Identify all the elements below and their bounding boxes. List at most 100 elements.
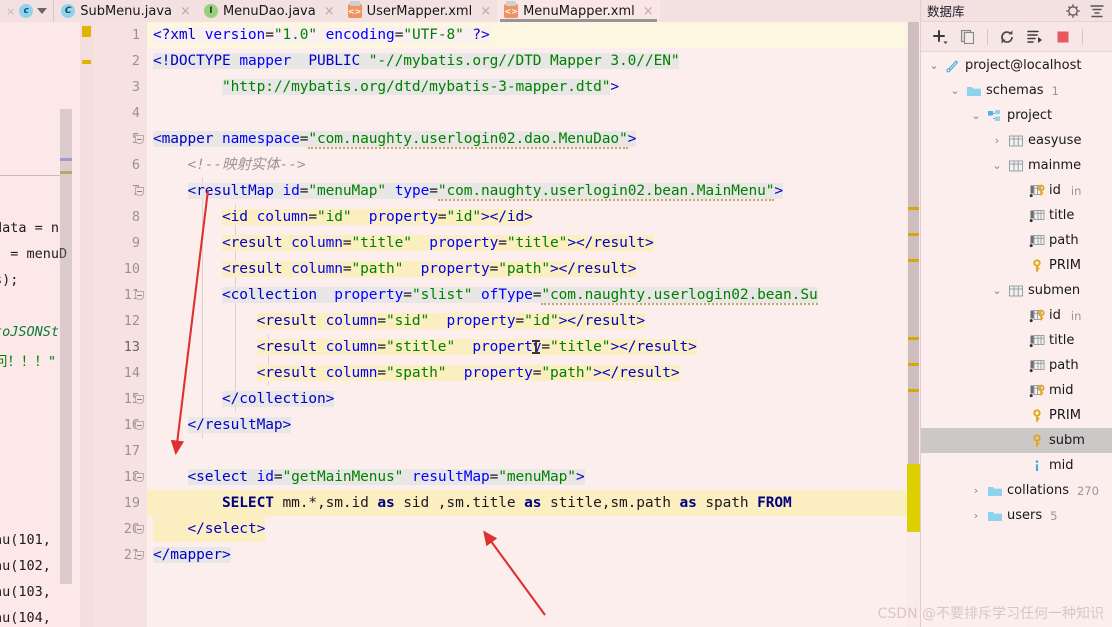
db-tree-node[interactable]: ⌄ project xyxy=(921,103,1112,128)
chevron-down-icon[interactable]: ⌄ xyxy=(990,284,1004,297)
db-tree-node[interactable]: ⌄ submen xyxy=(921,278,1112,303)
error-stripe[interactable] xyxy=(907,464,920,532)
background-editor-scrollbar[interactable] xyxy=(60,109,72,584)
code-line-7[interactable]: <resultMap id="menuMap" type="com.naught… xyxy=(147,178,920,204)
background-editor-strip[interactable]: data = n = menuD s); toJSONSt 问！！！" nu(1… xyxy=(0,22,80,627)
code-line-10[interactable]: <result column="path" property="path"></… xyxy=(147,256,920,282)
db-tree-node[interactable]: title xyxy=(921,203,1112,228)
scroll-marker[interactable] xyxy=(908,259,919,262)
code-line-5[interactable]: <mapper namespace="com.naughty.userlogin… xyxy=(147,126,920,152)
code-line-15[interactable]: </collection> xyxy=(147,386,920,412)
table-icon xyxy=(1008,134,1024,148)
db-tree-node-label: PRIM xyxy=(1049,258,1081,273)
code-line-16[interactable]: </resultMap> xyxy=(147,412,920,438)
code-line-4[interactable] xyxy=(147,100,920,126)
code-line-14[interactable]: <result column="spath" property="path"><… xyxy=(147,360,920,386)
db-tree-node[interactable]: › collations 270 xyxy=(921,478,1112,503)
db-tree-node[interactable]: ⌄ schemas 1 xyxy=(921,78,1112,103)
db-tree-node[interactable]: mid xyxy=(921,378,1112,403)
tab-menudao-java[interactable]: I MenuDao.java × xyxy=(197,0,341,22)
db-tree-node[interactable]: path xyxy=(921,353,1112,378)
db-tree-node[interactable]: id in xyxy=(921,178,1112,203)
db-tree-node[interactable]: PRIM xyxy=(921,403,1112,428)
bookmark-marker[interactable] xyxy=(82,26,91,37)
fold-handle-select-end[interactable] xyxy=(134,516,145,542)
database-toolbar[interactable] xyxy=(921,22,1112,52)
db-tree-node[interactable]: title xyxy=(921,328,1112,353)
fold-handle-mapper[interactable] xyxy=(134,126,145,152)
chevron-down-icon[interactable]: ⌄ xyxy=(990,159,1004,172)
change-marker[interactable] xyxy=(82,60,91,64)
close-icon[interactable]: × xyxy=(324,5,335,18)
db-tree-node[interactable]: ⌄ mainme xyxy=(921,153,1112,178)
scroll-marker[interactable] xyxy=(908,207,919,210)
scroll-marker[interactable] xyxy=(908,337,919,340)
editor-tab-bar[interactable]: × c C SubMenu.java × I MenuDao.java × <>… xyxy=(0,0,920,22)
bg-code-line: s); xyxy=(0,272,19,288)
code-line-21[interactable]: </mapper> xyxy=(147,542,920,568)
chevron-right-icon[interactable]: › xyxy=(969,484,983,497)
code-line-19[interactable]: SELECT mm.*,sm.id as sid ,sm.title as st… xyxy=(147,490,920,516)
db-tree-node[interactable]: subm xyxy=(921,428,1112,453)
database-tool-window[interactable]: 数据库 ⌄ project@localhost ⌄ schemas 1 ⌄ pr… xyxy=(920,0,1112,627)
code-line-3[interactable]: "http://mybatis.org/dtd/mybatis-3-mapper… xyxy=(147,74,920,100)
code-line-11[interactable]: <collection property="slist" ofType="com… xyxy=(147,282,920,308)
fold-handle-collection[interactable] xyxy=(134,282,145,308)
code-editor[interactable]: 1 2 3 4 5 6 7 8 9 10 11 12 13 14 15 16 1… xyxy=(93,22,920,627)
chevron-down-icon[interactable]: ⌄ xyxy=(948,84,962,97)
fold-handle-select[interactable] xyxy=(134,464,145,490)
db-tree-node[interactable]: ⌄ project@localhost xyxy=(921,53,1112,78)
chevron-down-icon[interactable] xyxy=(37,8,48,14)
scrollbar-thumb[interactable] xyxy=(908,22,919,532)
fold-handle-collection-end[interactable] xyxy=(134,386,145,412)
close-icon[interactable]: × xyxy=(480,5,491,18)
settings-icon[interactable] xyxy=(1064,2,1082,20)
db-tree-node[interactable]: path xyxy=(921,228,1112,253)
fold-handle-resultmap[interactable] xyxy=(134,178,145,204)
db-tree-node-count: 270 xyxy=(1076,483,1099,498)
code-line-20[interactable]: </select> xyxy=(147,516,920,542)
code-text-area[interactable]: <?xml version="1.0" encoding="UTF-8" ?> … xyxy=(147,22,920,627)
code-line-13[interactable]: <result column="stitle" property="title"… xyxy=(147,334,920,360)
add-icon[interactable] xyxy=(931,28,949,46)
close-icon[interactable]: × xyxy=(6,5,15,18)
chevron-right-icon[interactable]: › xyxy=(969,509,983,522)
code-line-9[interactable]: <result column="title" property="title">… xyxy=(147,230,920,256)
run-query-icon[interactable] xyxy=(1026,28,1044,46)
db-tree-node[interactable]: › users 5 xyxy=(921,503,1112,528)
tab-overflow-group[interactable]: × c xyxy=(0,0,55,22)
marker-gutter[interactable] xyxy=(80,22,93,627)
db-tree-node[interactable]: mid xyxy=(921,453,1112,478)
info-icon xyxy=(1029,459,1045,473)
code-line-1[interactable]: <?xml version="1.0" encoding="UTF-8" ?> xyxy=(147,22,920,48)
tab-menumapper-xml[interactable]: <> MenuMapper.xml × xyxy=(497,0,660,22)
code-line-18[interactable]: <select id="getMainMenus" resultMap="men… xyxy=(147,464,920,490)
db-tree-node[interactable]: id in xyxy=(921,303,1112,328)
tab-submenu-java[interactable]: C SubMenu.java × xyxy=(54,0,197,22)
tab-usermapper-xml[interactable]: <> UserMapper.xml × xyxy=(341,0,497,22)
close-icon[interactable]: × xyxy=(180,5,191,18)
db-tree-node[interactable]: PRIM xyxy=(921,253,1112,278)
scroll-marker[interactable] xyxy=(908,363,919,366)
fold-handle-mapper-end[interactable] xyxy=(134,542,145,568)
scroll-marker[interactable] xyxy=(908,389,919,392)
code-line-12[interactable]: <result column="sid" property="id"></res… xyxy=(147,308,920,334)
refresh-icon[interactable] xyxy=(998,28,1016,46)
editor-scrollbar[interactable] xyxy=(907,22,920,627)
db-tree-node[interactable]: › easyuse xyxy=(921,128,1112,153)
code-line-17[interactable] xyxy=(147,438,920,464)
fold-handle-resultmap-end[interactable] xyxy=(134,412,145,438)
close-icon[interactable]: × xyxy=(643,5,654,18)
scroll-marker[interactable] xyxy=(908,233,919,236)
code-line-2[interactable]: <!DOCTYPE mapper PUBLIC "-//mybatis.org/… xyxy=(147,48,920,74)
copy-icon[interactable] xyxy=(959,28,977,46)
code-line-6[interactable]: <!--映射实体--> xyxy=(147,152,920,178)
collapse-all-icon[interactable] xyxy=(1088,2,1106,20)
chevron-right-icon[interactable]: › xyxy=(990,134,1004,147)
stop-icon[interactable] xyxy=(1054,28,1072,46)
chevron-down-icon[interactable]: ⌄ xyxy=(927,59,941,72)
db-tree-node-label: easyuse xyxy=(1028,133,1082,148)
chevron-down-icon[interactable]: ⌄ xyxy=(969,109,983,122)
database-tree[interactable]: ⌄ project@localhost ⌄ schemas 1 ⌄ project › easy… xyxy=(921,53,1112,627)
code-line-8[interactable]: <id column="id" property="id"></id> xyxy=(147,204,920,230)
